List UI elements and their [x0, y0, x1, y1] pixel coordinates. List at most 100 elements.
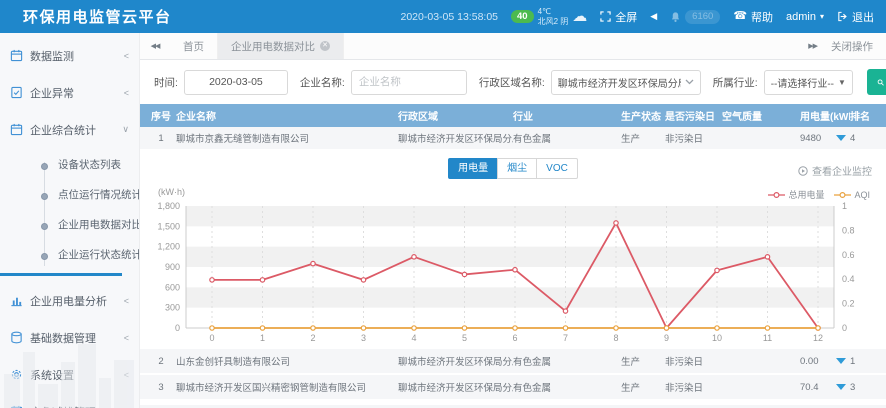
sidebar-item-enterprise-statistics[interactable]: 企业综合统计 ∨: [0, 111, 139, 148]
search-icon: [877, 77, 884, 88]
view-enterprise-monitor-link[interactable]: 查看企业监控: [798, 163, 872, 178]
datetime: 2020-03-05 13:58:05: [401, 11, 499, 23]
cell-company: 山东金创钎具制造有限公司: [176, 354, 398, 368]
close-tab-icon[interactable]: ✕: [320, 41, 330, 51]
app-title: 环保用电监管云平台: [23, 6, 172, 27]
help-label: 帮助: [751, 9, 773, 25]
region-select[interactable]: 聊城市经济开发区环保局分局: [551, 70, 701, 95]
subitem-label: 企业运行状态统计: [58, 249, 140, 261]
subitem-label: 设备状态列表: [58, 159, 121, 171]
table-row[interactable]: 3 聊城市经济开发区国兴精密钢管制造有限公司 聊城市经济开发区环保局分局 有色金…: [140, 375, 886, 401]
sidebar-item-data-monitoring[interactable]: 数据监测 <: [0, 37, 139, 74]
cell-rank: 1: [850, 356, 886, 367]
legend-label: AQI: [854, 190, 870, 200]
city-skyline-watermark: [4, 334, 136, 408]
report-check-icon: [10, 86, 23, 99]
sidebar-item-power-analysis[interactable]: 企业用电量分析 <: [0, 282, 139, 319]
table-header: 序号 企业名称 行政区域 行业 生产状态 是否污染日 空气质量 用电量(kWh)…: [140, 104, 886, 127]
line-chart-svg: 03006009001,2001,5001,80000.20.40.60.810…: [140, 182, 882, 348]
legend-marker-power: [768, 191, 785, 199]
page: 环保用电监管云平台 2020-03-05 13:58:05 40 4℃ 北风2 …: [0, 0, 886, 408]
company-label: 企业名称:: [300, 75, 345, 90]
legend-item-power[interactable]: 总用电量: [768, 188, 824, 201]
industry-select[interactable]: --请选择行业-- ▼: [764, 70, 853, 95]
cell-no: 3: [150, 382, 176, 393]
sidebar-subitem-point-operation[interactable]: 点位运行情况统计: [0, 180, 139, 210]
chevron-left-icon: <: [124, 88, 129, 98]
svg-text:1,200: 1,200: [157, 242, 180, 252]
svg-text:5: 5: [462, 333, 467, 343]
svg-text:300: 300: [165, 303, 180, 313]
sidebar-subitem-device-status[interactable]: 设备状态列表: [0, 150, 139, 180]
col-air-quality: 空气质量: [722, 108, 800, 123]
line-chart: 03006009001,2001,5001,80000.20.40.60.810…: [140, 182, 886, 353]
aqi-badge: 40: [511, 10, 534, 23]
svg-text:(kW·h): (kW·h): [158, 187, 185, 197]
svg-text:6: 6: [512, 333, 517, 343]
logout-icon: [837, 11, 848, 22]
svg-text:0.4: 0.4: [842, 274, 855, 284]
chart-tab-smoke[interactable]: 烟尘: [497, 158, 537, 179]
logout-button[interactable]: 退出: [837, 9, 874, 25]
cell-status: 生产: [621, 380, 665, 394]
page-tabbar: ◀◀ 首页 企业用电数据对比 ✕ ▶▶ 关闭操作: [140, 33, 886, 60]
svg-text:8: 8: [613, 333, 618, 343]
legend-marker-aqi: [834, 191, 851, 199]
fullscreen-button[interactable]: 全屏: [600, 9, 637, 25]
cell-region: 聊城市经济开发区环保局分局: [398, 354, 513, 368]
svg-text:12: 12: [813, 333, 823, 343]
cell-no: 1: [150, 133, 176, 144]
kwh-value: 70.4: [800, 382, 836, 393]
bar-chart-icon: [10, 294, 23, 307]
help-button[interactable]: ☎ 帮助: [733, 9, 773, 25]
user-menu[interactable]: admin ▾: [786, 11, 824, 23]
svg-text:4: 4: [411, 333, 416, 343]
cell-industry: 有色金属: [513, 380, 621, 394]
cloud-icon: ☁: [572, 9, 587, 24]
tab-power-comparison[interactable]: 企业用电数据对比 ✕: [218, 33, 344, 59]
tab-home[interactable]: 首页: [170, 33, 218, 59]
subitem-label: 企业用电数据对比: [58, 219, 140, 231]
cell-pollution-day: 非污染日: [665, 380, 722, 394]
sidebar-subitem-running-status[interactable]: 企业运行状态统计: [0, 240, 139, 270]
svg-text:9: 9: [664, 333, 669, 343]
svg-text:900: 900: [165, 262, 180, 272]
company-name-input[interactable]: [351, 70, 467, 95]
calendar-icon: [10, 123, 23, 136]
region-label: 行政区域名称:: [479, 75, 545, 90]
scroll-tabs-left-icon[interactable]: ◀◀: [140, 33, 170, 59]
col-status: 生产状态: [621, 108, 665, 123]
svg-text:10: 10: [712, 333, 722, 343]
close-operations-button[interactable]: 关闭操作: [831, 39, 873, 54]
sidebar-item-label: 数据监测: [30, 48, 74, 64]
sidebar: 数据监测 < 企业异常 < 企业综合统计 ∨ 设备状态列表 点位运行情况统计 企…: [0, 33, 140, 408]
subitem-label: 点位运行情况统计: [58, 189, 140, 201]
username: admin: [786, 11, 816, 23]
svg-text:600: 600: [165, 282, 180, 292]
svg-text:0.8: 0.8: [842, 225, 855, 235]
time-input[interactable]: [184, 70, 288, 95]
speaker-icon: ◀: [650, 12, 657, 21]
svg-text:0: 0: [175, 323, 180, 333]
submenu-enterprise-statistics: 设备状态列表 点位运行情况统计 企业用电数据对比 企业运行状态统计: [0, 148, 139, 282]
chevron-left-icon: <: [124, 296, 129, 306]
svg-text:7: 7: [563, 333, 568, 343]
svg-text:0: 0: [842, 323, 847, 333]
notifications[interactable]: 6160: [670, 10, 720, 24]
sidebar-subitem-power-comparison[interactable]: 企业用电数据对比: [0, 210, 139, 240]
sidebar-item-enterprise-abnormal[interactable]: 企业异常 <: [0, 74, 139, 111]
sound-toggle[interactable]: ◀: [650, 12, 657, 21]
tab-label: 企业用电数据对比: [231, 39, 315, 54]
legend-item-aqi[interactable]: AQI: [834, 190, 870, 200]
chart-tabs: 用电量 烟尘 VOC: [140, 158, 886, 179]
search-button[interactable]: 搜索: [867, 69, 886, 95]
chart-tab-power[interactable]: 用电量: [448, 158, 498, 179]
trend-down-icon: [836, 384, 846, 390]
kwh-value: 0.00: [800, 356, 836, 367]
chart-tab-voc[interactable]: VOC: [536, 158, 578, 179]
chevron-down-icon: ▾: [820, 12, 824, 21]
cell-kwh: 0.00: [800, 356, 850, 367]
table-row[interactable]: 1 聊城市京鑫无缝管制造有限公司 聊城市经济开发区环保局分局 有色金属 生产 非…: [140, 127, 886, 151]
svg-text:0.2: 0.2: [842, 299, 855, 309]
scroll-tabs-right-icon[interactable]: ▶▶: [808, 42, 817, 50]
